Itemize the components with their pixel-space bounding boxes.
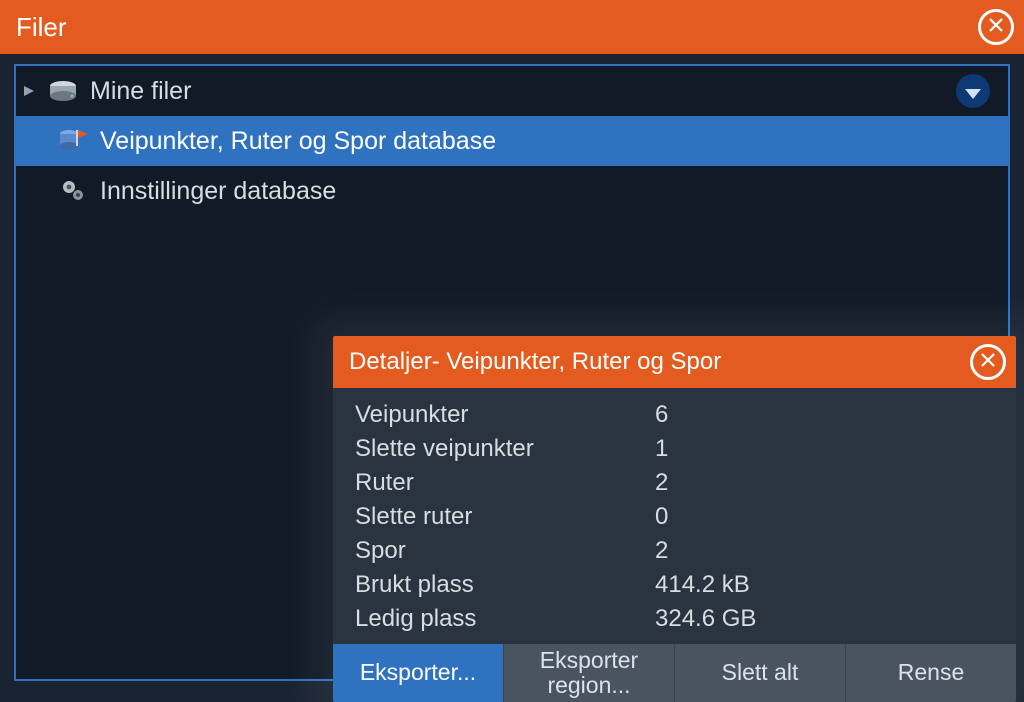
detail-button-bar: Eksporter... Eksporter region... Slett a… [333, 644, 1016, 702]
detail-row: Spor 2 [333, 534, 1016, 568]
purge-button[interactable]: Rense [845, 644, 1016, 702]
detail-value: 0 [655, 500, 994, 534]
delete-all-button[interactable]: Slett alt [674, 644, 845, 702]
detail-row: Ruter 2 [333, 466, 1016, 500]
close-button[interactable] [978, 9, 1014, 45]
detail-titlebar: Detaljer- Veipunkter, Ruter og Spor [333, 336, 1016, 388]
detail-row: Slette ruter 0 [333, 500, 1016, 534]
tree-item-veipunkter-db[interactable]: Veipunkter, Ruter og Spor database [16, 116, 1008, 166]
detail-key: Slette veipunkter [355, 432, 655, 466]
detail-row: Slette veipunkter 1 [333, 432, 1016, 466]
detail-close-button[interactable] [970, 344, 1006, 380]
detail-key: Ruter [355, 466, 655, 500]
detail-popup: Detaljer- Veipunkter, Ruter og Spor Veip… [333, 336, 1016, 702]
detail-value: 324.6 GB [655, 602, 994, 636]
detail-value: 6 [655, 398, 994, 432]
files-title: Filer [16, 12, 67, 43]
tree-item-innstillinger-db[interactable]: Innstillinger database [16, 166, 1008, 216]
gear-icon [58, 180, 88, 202]
detail-key: Veipunkter [355, 398, 655, 432]
detail-row: Ledig plass 324.6 GB [333, 602, 1016, 636]
detail-value: 1 [655, 432, 994, 466]
expand-icon[interactable] [22, 84, 36, 98]
drive-icon [48, 80, 78, 102]
detail-value: 414.2 kB [655, 568, 994, 602]
chevron-down-icon [965, 77, 981, 106]
close-icon [979, 351, 997, 374]
detail-row: Veipunkter 6 [333, 398, 1016, 432]
close-icon [987, 16, 1005, 39]
detail-key: Slette ruter [355, 500, 655, 534]
detail-key: Ledig plass [355, 602, 655, 636]
tree-item-mine-filer[interactable]: Mine filer [16, 66, 1008, 116]
database-flag-icon [58, 130, 88, 152]
tree-item-label: Veipunkter, Ruter og Spor database [100, 127, 496, 156]
files-titlebar: Filer [0, 0, 1024, 54]
detail-key: Spor [355, 534, 655, 568]
export-button[interactable]: Eksporter... [333, 644, 503, 702]
tree-item-label: Mine filer [90, 77, 191, 106]
detail-row: Brukt plass 414.2 kB [333, 568, 1016, 602]
detail-key: Brukt plass [355, 568, 655, 602]
tree-item-label: Innstillinger database [100, 177, 336, 206]
detail-value: 2 [655, 466, 994, 500]
export-region-button[interactable]: Eksporter region... [503, 644, 674, 702]
detail-title: Detaljer- Veipunkter, Ruter og Spor [349, 348, 721, 376]
detail-value: 2 [655, 534, 994, 568]
detail-body: Veipunkter 6 Slette veipunkter 1 Ruter 2… [333, 388, 1016, 644]
dropdown-button[interactable] [956, 74, 990, 108]
